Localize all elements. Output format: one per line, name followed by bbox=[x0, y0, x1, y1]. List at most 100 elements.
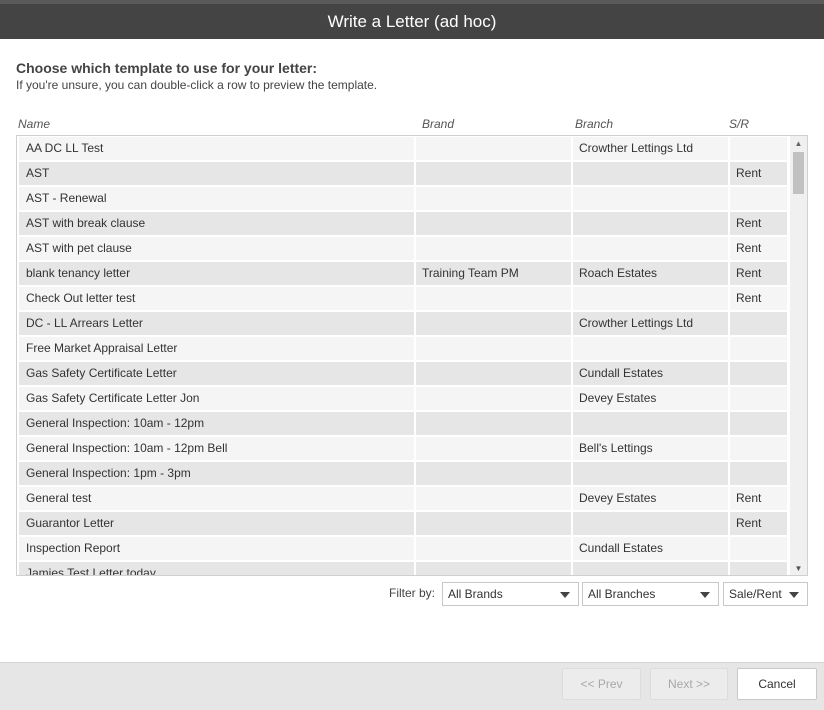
brand-filter-value: All Brands bbox=[448, 587, 503, 601]
cell-brand bbox=[416, 237, 571, 260]
cell-name: Check Out letter test bbox=[19, 287, 414, 310]
template-rows: AA DC LL Test Crowther Lettings Ltd AST Ren… bbox=[19, 137, 791, 575]
cell-name: General Inspection: 1pm - 3pm bbox=[19, 462, 414, 485]
cancel-button[interactable]: Cancel bbox=[737, 668, 817, 700]
cell-sr: Rent bbox=[730, 487, 787, 510]
cell-name: blank tenancy letter bbox=[19, 262, 414, 285]
cell-branch bbox=[573, 512, 728, 535]
cell-name: AST with break clause bbox=[19, 212, 414, 235]
cell-branch bbox=[573, 562, 728, 575]
chevron-up-icon[interactable]: ▲ bbox=[790, 136, 807, 150]
cell-name: Gas Safety Certificate Letter bbox=[19, 362, 414, 385]
cell-brand bbox=[416, 462, 571, 485]
table-row[interactable]: General Inspection: 1pm - 3pm bbox=[19, 462, 791, 487]
caret-down-icon bbox=[560, 592, 570, 598]
cell-name: DC - LL Arrears Letter bbox=[19, 312, 414, 335]
column-header-branch[interactable]: Branch bbox=[575, 117, 613, 131]
table-row[interactable]: blank tenancy letter Training Team PM Roac… bbox=[19, 262, 791, 287]
prev-button-label: << Prev bbox=[580, 677, 623, 691]
table-row[interactable]: Jamies Test Letter today bbox=[19, 562, 791, 575]
table-row[interactable]: General test Devey Estates Rent bbox=[19, 487, 791, 512]
cell-name: Inspection Report bbox=[19, 537, 414, 560]
dialog-title: Write a Letter (ad hoc) bbox=[327, 11, 497, 31]
cell-name: Guarantor Letter bbox=[19, 512, 414, 535]
column-header-name[interactable]: Name bbox=[18, 117, 50, 131]
next-button[interactable]: Next >> bbox=[650, 668, 728, 700]
cell-branch bbox=[573, 462, 728, 485]
cell-branch: Roach Estates bbox=[573, 262, 728, 285]
table-row[interactable]: AST with break clause Rent bbox=[19, 212, 791, 237]
cell-branch: Cundall Estates bbox=[573, 537, 728, 560]
table-row[interactable]: AST Rent bbox=[19, 162, 791, 187]
cell-name: Free Market Appraisal Letter bbox=[19, 337, 414, 360]
cell-branch: Crowther Lettings Ltd bbox=[573, 312, 728, 335]
instructions-subheading: If you're unsure, you can double-click a… bbox=[16, 78, 378, 92]
cell-name: AST - Renewal bbox=[19, 187, 414, 210]
cell-brand bbox=[416, 212, 571, 235]
chevron-down-icon[interactable]: ▼ bbox=[790, 561, 807, 575]
cell-brand bbox=[416, 312, 571, 335]
cell-branch: Devey Estates bbox=[573, 487, 728, 510]
cell-brand bbox=[416, 437, 571, 460]
cell-name: AA DC LL Test bbox=[19, 137, 414, 160]
cell-branch: Crowther Lettings Ltd bbox=[573, 137, 728, 160]
cell-brand bbox=[416, 512, 571, 535]
cell-branch bbox=[573, 212, 728, 235]
table-row[interactable]: General Inspection: 10am - 12pm Bell Bell… bbox=[19, 437, 791, 462]
cell-sr: Rent bbox=[730, 287, 787, 310]
table-row[interactable]: DC - LL Arrears Letter Crowther Lettings … bbox=[19, 312, 791, 337]
cell-sr: Rent bbox=[730, 237, 787, 260]
table-row[interactable]: Free Market Appraisal Letter bbox=[19, 337, 791, 362]
cell-name: Jamies Test Letter today bbox=[19, 562, 414, 575]
filter-label: Filter by: bbox=[389, 586, 436, 600]
scroll-thumb[interactable] bbox=[793, 152, 804, 194]
cell-name: General test bbox=[19, 487, 414, 510]
cell-sr bbox=[730, 562, 787, 575]
cell-brand bbox=[416, 387, 571, 410]
cell-sr bbox=[730, 462, 787, 485]
cell-brand bbox=[416, 562, 571, 575]
cell-name: General Inspection: 10am - 12pm bbox=[19, 412, 414, 435]
cell-brand bbox=[416, 337, 571, 360]
cell-sr bbox=[730, 387, 787, 410]
table-row[interactable]: Inspection Report Cundall Estates bbox=[19, 537, 791, 562]
table-row[interactable]: Check Out letter test Rent bbox=[19, 287, 791, 312]
cell-sr bbox=[730, 437, 787, 460]
vertical-scrollbar[interactable]: ▲ ▼ bbox=[790, 136, 807, 575]
next-button-label: Next >> bbox=[667, 677, 711, 691]
cell-name: General Inspection: 10am - 12pm Bell bbox=[19, 437, 414, 460]
cell-sr bbox=[730, 137, 787, 160]
table-row[interactable]: Guarantor Letter Rent bbox=[19, 512, 791, 537]
cell-branch bbox=[573, 162, 728, 185]
cell-name: AST with pet clause bbox=[19, 237, 414, 260]
cell-brand bbox=[416, 162, 571, 185]
cell-brand bbox=[416, 362, 571, 385]
instructions-heading: Choose which template to use for your le… bbox=[16, 60, 318, 76]
salerent-filter-value: Sale/Rent bbox=[729, 587, 782, 601]
cell-brand bbox=[416, 137, 571, 160]
cell-brand: Training Team PM bbox=[416, 262, 571, 285]
table-row[interactable]: Gas Safety Certificate Letter Cundall Est… bbox=[19, 362, 791, 387]
cell-branch bbox=[573, 412, 728, 435]
prev-button[interactable]: << Prev bbox=[562, 668, 641, 700]
branch-filter-select[interactable]: All Branches bbox=[582, 582, 719, 606]
brand-filter-select[interactable]: All Brands bbox=[442, 582, 579, 606]
cell-sr: Rent bbox=[730, 262, 787, 285]
cell-branch: Cundall Estates bbox=[573, 362, 728, 385]
template-grid[interactable]: AA DC LL Test Crowther Lettings Ltd AST Ren… bbox=[16, 135, 808, 576]
table-row[interactable]: AST with pet clause Rent bbox=[19, 237, 791, 262]
cell-name: AST bbox=[19, 162, 414, 185]
table-row[interactable]: Gas Safety Certificate Letter Jon Devey E… bbox=[19, 387, 791, 412]
column-header-sr[interactable]: S/R bbox=[729, 117, 749, 131]
table-row[interactable]: AA DC LL Test Crowther Lettings Ltd bbox=[19, 137, 791, 162]
dialog-title-bar[interactable]: Write a Letter (ad hoc) bbox=[0, 4, 824, 39]
column-header-brand[interactable]: Brand bbox=[422, 117, 454, 131]
cell-sr bbox=[730, 337, 787, 360]
table-row[interactable]: AST - Renewal bbox=[19, 187, 791, 212]
cell-sr: Rent bbox=[730, 212, 787, 235]
cell-branch: Bell's Lettings bbox=[573, 437, 728, 460]
table-row[interactable]: General Inspection: 10am - 12pm bbox=[19, 412, 791, 437]
cancel-button-label: Cancel bbox=[758, 677, 796, 691]
salerent-filter-select[interactable]: Sale/Rent bbox=[723, 582, 808, 606]
branch-filter-value: All Branches bbox=[588, 587, 656, 601]
